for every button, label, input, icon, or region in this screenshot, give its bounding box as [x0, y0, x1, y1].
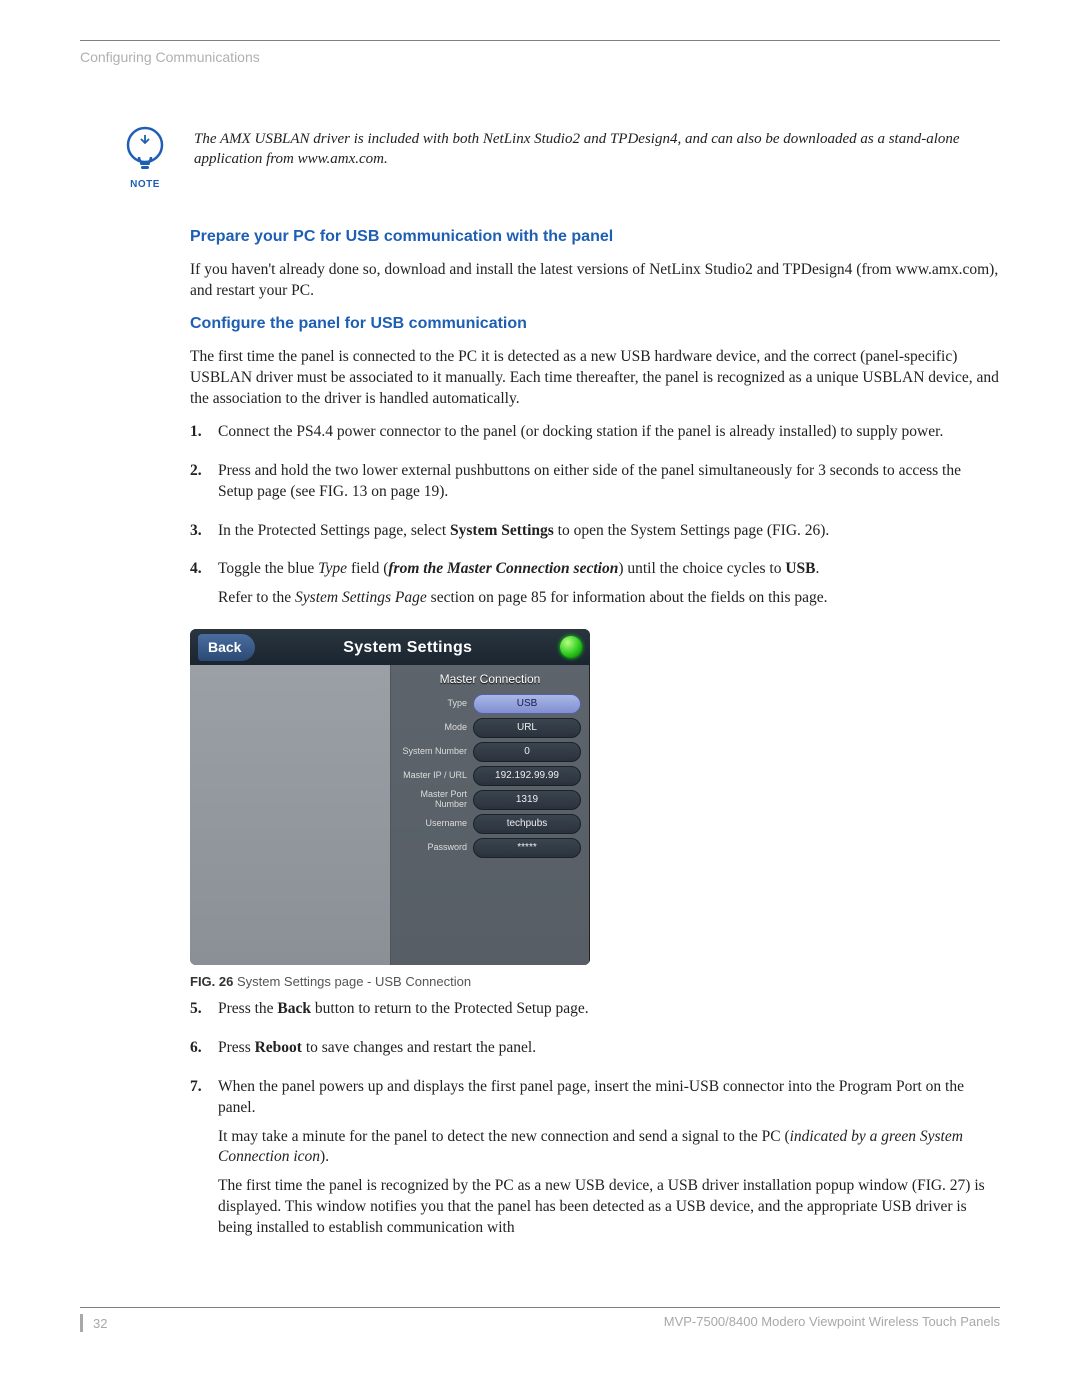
- figure-26: Back System Settings Master Connection T…: [190, 629, 1000, 991]
- ss-title: System Settings: [255, 637, 560, 659]
- step-3-text: In the Protected Settings page, select S…: [218, 521, 1000, 542]
- top-rule: [80, 40, 1000, 41]
- system-settings-screenshot: Back System Settings Master Connection T…: [190, 629, 590, 965]
- step-1: 1. Connect the PS4.4 power connector to …: [190, 422, 1000, 451]
- footer: 32 MVP-7500/8400 Modero Viewpoint Wirele…: [80, 1307, 1000, 1332]
- note-text: The AMX USBLAN driver is included with b…: [194, 125, 1000, 170]
- setting-row: Password *****: [399, 838, 581, 858]
- master-connection-title: Master Connection: [399, 671, 581, 687]
- step-3: 3. In the Protected Settings page, selec…: [190, 521, 1000, 550]
- setting-label: System Number: [399, 747, 467, 756]
- step-7-p1: When the panel powers up and displays th…: [218, 1077, 1000, 1119]
- main-content: Prepare your PC for USB communication wi…: [190, 226, 1000, 1247]
- setting-label: Type: [399, 699, 467, 708]
- heading-configure: Configure the panel for USB communicatio…: [190, 313, 1000, 335]
- step-7-p3: The first time the panel is recognized b…: [218, 1176, 1000, 1239]
- setting-value-pill[interactable]: techpubs: [473, 814, 581, 834]
- page: Configuring Communications NOTE The AMX …: [0, 0, 1080, 1372]
- setting-row: Type USB: [399, 694, 581, 714]
- para-prepare: If you haven't already done so, download…: [190, 260, 1000, 302]
- master-connection-panel: Master Connection Type USB Mode URL System N…: [390, 665, 590, 965]
- steps-list-b: 5. Press the Back button to return to th…: [190, 999, 1000, 1247]
- step-2: 2. Press and hold the two lower external…: [190, 461, 1000, 511]
- setting-row: Mode URL: [399, 718, 581, 738]
- setting-label: Master IP / URL: [399, 771, 467, 780]
- note-block: NOTE The AMX USBLAN driver is included w…: [120, 125, 1000, 190]
- para-configure: The first time the panel is connected to…: [190, 347, 1000, 410]
- setting-value-pill[interactable]: USB: [473, 694, 581, 714]
- step-4: 4. Toggle the blue Type field (from the …: [190, 559, 1000, 617]
- step-7: 7. When the panel powers up and displays…: [190, 1077, 1000, 1247]
- step-2-text: Press and hold the two lower external pu…: [218, 461, 1000, 503]
- setting-value-pill[interactable]: 0: [473, 742, 581, 762]
- setting-label: Password: [399, 843, 467, 852]
- page-number: 32: [93, 1316, 107, 1331]
- note-label: NOTE: [120, 179, 170, 190]
- note-icon: NOTE: [120, 125, 170, 190]
- step-5: 5. Press the Back button to return to th…: [190, 999, 1000, 1028]
- step-4-para2: Refer to the System Settings Page sectio…: [218, 588, 1000, 609]
- step-4-text: Toggle the blue Type field (from the Mas…: [218, 559, 1000, 580]
- step-6: 6. Press Reboot to save changes and rest…: [190, 1038, 1000, 1067]
- footer-doc-title: MVP-7500/8400 Modero Viewpoint Wireless …: [664, 1314, 1000, 1332]
- setting-value-pill[interactable]: *****: [473, 838, 581, 858]
- steps-list-a: 1. Connect the PS4.4 power connector to …: [190, 422, 1000, 618]
- step-7-p2: It may take a minute for the panel to de…: [218, 1127, 1000, 1169]
- step-6-text: Press Reboot to save changes and restart…: [218, 1038, 1000, 1059]
- setting-row: Master Port Number 1319: [399, 790, 581, 810]
- setting-row: System Number 0: [399, 742, 581, 762]
- heading-prepare: Prepare your PC for USB communication wi…: [190, 226, 1000, 248]
- ss-body: Master Connection Type USB Mode URL System N…: [190, 665, 590, 965]
- step-1-text: Connect the PS4.4 power connector to the…: [218, 422, 1000, 443]
- setting-row: Master IP / URL 192.192.99.99: [399, 766, 581, 786]
- setting-value-pill[interactable]: URL: [473, 718, 581, 738]
- ss-titlebar: Back System Settings: [190, 629, 590, 665]
- setting-row: Username techpubs: [399, 814, 581, 834]
- setting-label: Mode: [399, 723, 467, 732]
- setting-value-pill[interactable]: 1319: [473, 790, 581, 810]
- connection-led-icon: [560, 636, 582, 658]
- back-button[interactable]: Back: [198, 634, 255, 661]
- figure-caption: FIG. 26 System Settings page - USB Conne…: [190, 973, 1000, 991]
- running-header: Configuring Communications: [80, 49, 1000, 65]
- step-5-text: Press the Back button to return to the P…: [218, 999, 1000, 1020]
- setting-label: Username: [399, 819, 467, 828]
- setting-value-pill[interactable]: 192.192.99.99: [473, 766, 581, 786]
- setting-label: Master Port Number: [399, 790, 467, 809]
